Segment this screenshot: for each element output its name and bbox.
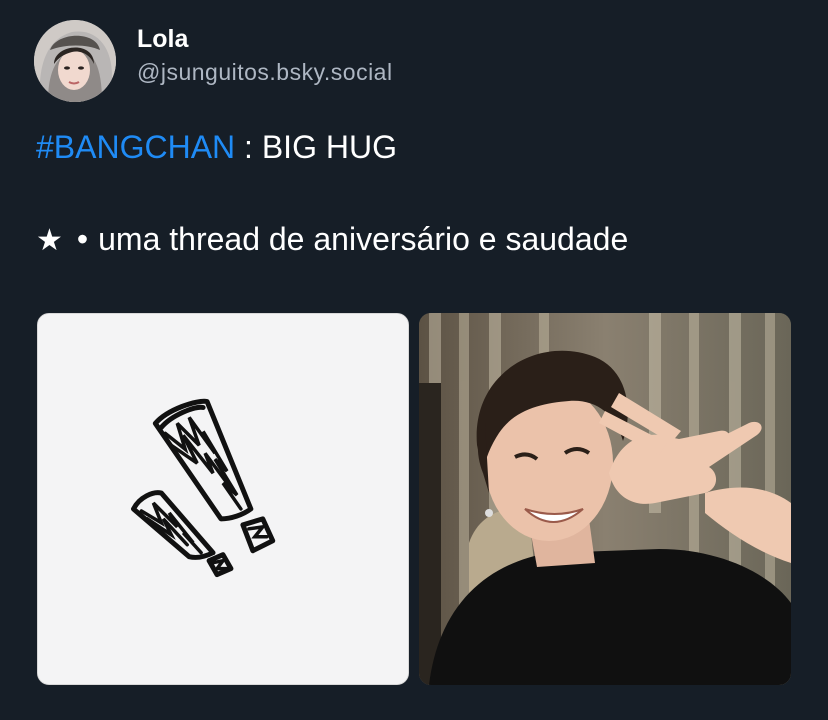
post-text-line-1: #BANGCHAN : BIG HUG xyxy=(36,127,397,167)
post-subtitle-text: uma thread de aniversário e saudade xyxy=(98,221,629,257)
post-title-text: : BIG HUG xyxy=(235,129,397,165)
media-image-2[interactable] xyxy=(419,313,791,685)
bullet-separator: • xyxy=(76,221,89,257)
avatar-image xyxy=(34,20,116,102)
display-name[interactable]: Lola xyxy=(137,24,393,54)
double-exclamation-drawing-icon xyxy=(38,314,408,684)
post: Lola @jsunguitos.bsky.social #BANGCHAN :… xyxy=(0,0,828,720)
person-photo-peace-sign-icon xyxy=(419,313,791,685)
star-icon: ★ xyxy=(36,224,63,257)
media-image-1[interactable] xyxy=(37,313,409,685)
hashtag-link[interactable]: #BANGCHAN xyxy=(36,129,235,165)
author-handle[interactable]: @jsunguitos.bsky.social xyxy=(137,58,393,86)
author-info: Lola @jsunguitos.bsky.social xyxy=(137,24,393,86)
avatar[interactable] xyxy=(34,20,116,102)
post-text-line-2: ★ • uma thread de aniversário e saudade xyxy=(36,219,628,261)
